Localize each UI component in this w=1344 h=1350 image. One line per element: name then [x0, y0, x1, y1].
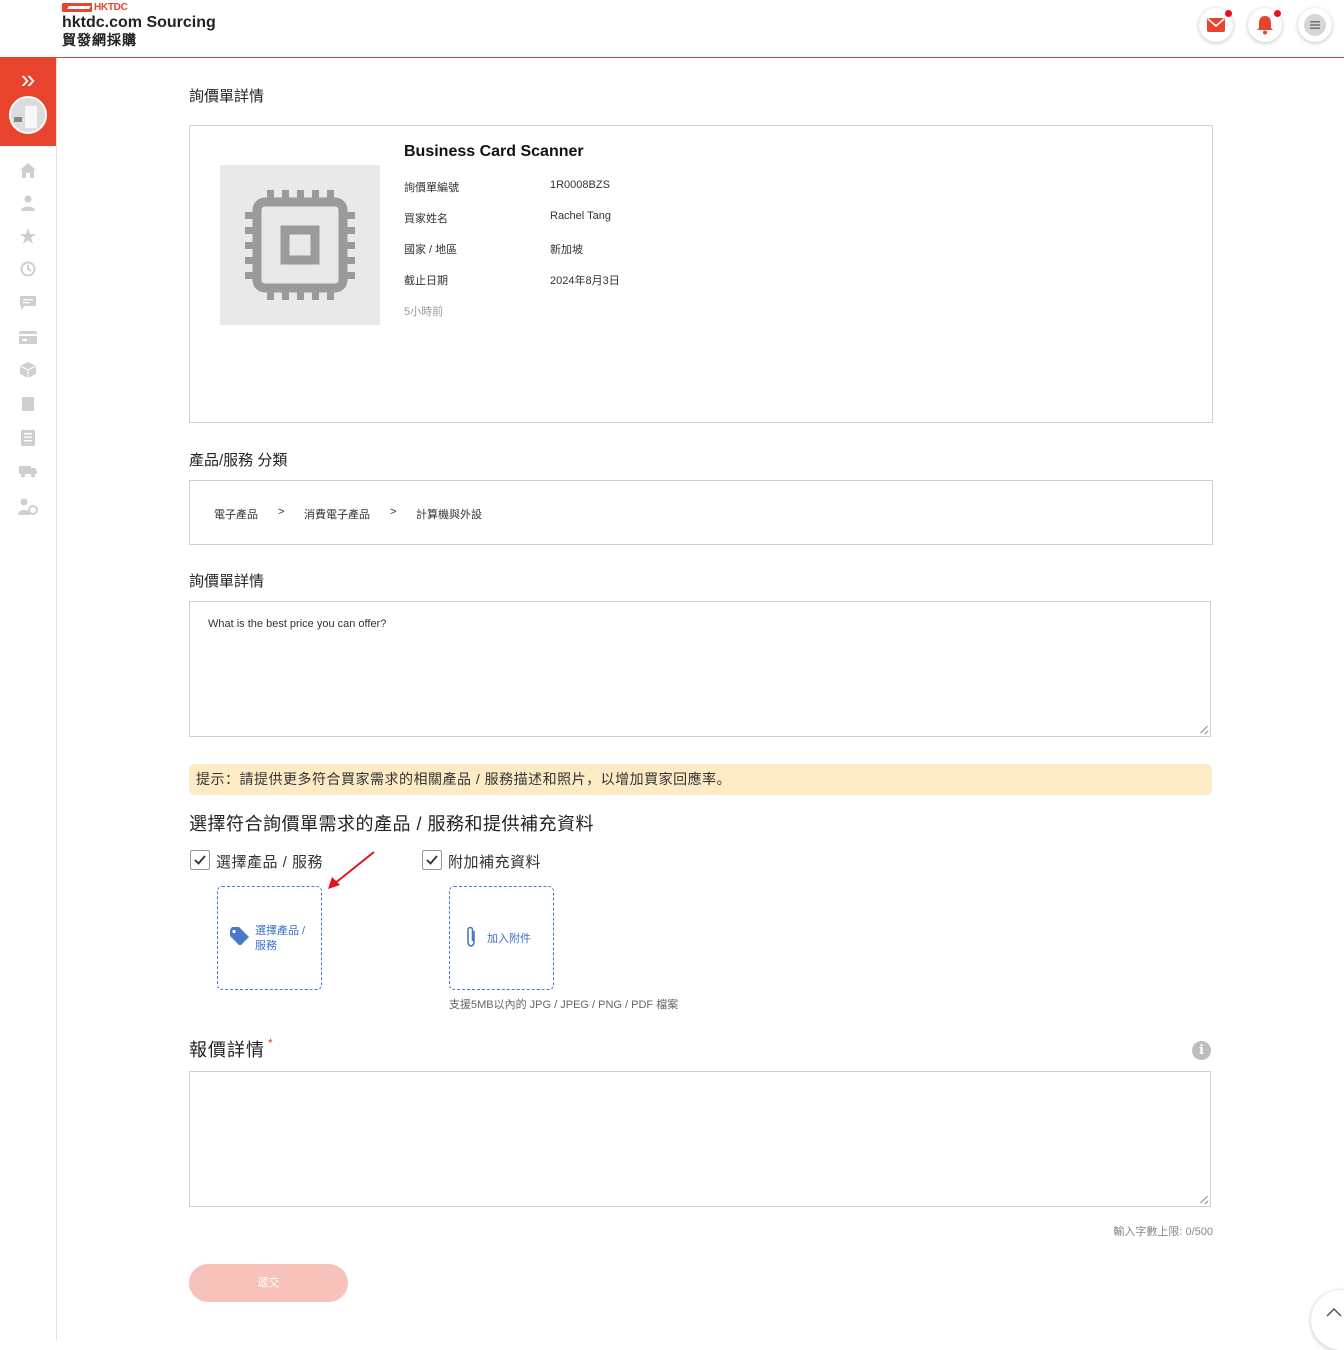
sidebar-item-favorites[interactable] [18, 226, 38, 246]
buyer-name-label: 買家姓名 [404, 213, 448, 225]
notification-button[interactable] [1248, 8, 1282, 42]
tag-icon [230, 927, 249, 945]
sidebar-item-messages[interactable] [18, 293, 38, 313]
resize-handle[interactable] [1200, 1196, 1208, 1204]
add-attachment-button[interactable]: 加入附件 [449, 886, 554, 990]
truck-icon [19, 466, 37, 478]
country-value: 新加坡 [550, 244, 583, 256]
top-header: HKTDC hktdc.com Sourcing 貿發網採購 [0, 0, 1344, 58]
logo-title-zh: 貿發網採購 [62, 32, 137, 48]
sidebar-item-history[interactable] [18, 259, 38, 279]
home-icon [20, 162, 36, 178]
category-separator: > [390, 506, 397, 518]
country-label: 國家 / 地區 [404, 244, 458, 256]
buyer-name-value: Rachel Tang [550, 210, 611, 222]
book-icon [22, 397, 34, 411]
attach-info-label[interactable]: 附加補充資料 [448, 851, 541, 872]
card-icon [19, 330, 37, 344]
hktdc-logo[interactable]: HKTDC hktdc.com Sourcing 貿發網採購 [62, 2, 216, 49]
mail-icon [1207, 18, 1225, 32]
submit-button[interactable]: 遞交 [189, 1264, 348, 1302]
category-separator: > [278, 506, 285, 518]
sidebar-item-profile[interactable] [18, 193, 38, 213]
check-icon [426, 855, 438, 865]
add-attachment-text: 加入附件 [487, 933, 531, 945]
selection-title: 選擇符合詢價單需求的產品 / 服務和提供補充資料 [189, 814, 595, 834]
user-icon [21, 195, 35, 211]
product-title: Business Card Scanner [404, 143, 584, 160]
user-settings-icon [18, 498, 38, 515]
rfq-card: Business Card Scanner 詢價單編號 1R0008BZS 買家… [189, 125, 1213, 423]
category-breadcrumb: 電子產品 > 消費電子產品 > 計算機與外設 [189, 480, 1213, 545]
history-icon [20, 261, 36, 277]
menu-icon [1304, 14, 1326, 36]
required-mark: * [268, 1036, 274, 1050]
paperclip-icon [467, 926, 475, 947]
attach-info-checkbox[interactable] [422, 850, 442, 870]
select-product-label[interactable]: 選擇產品 / 服務 [216, 851, 323, 872]
pointer-arrow-icon [328, 851, 375, 889]
rfq-detail-title: 詢價單詳情 [189, 573, 265, 590]
hktdc-logo-mark [62, 3, 92, 12]
posted-time: 5小時前 [404, 306, 444, 318]
sidebar-item-orders[interactable] [18, 461, 38, 481]
check-icon [194, 855, 206, 865]
deadline-label: 截止日期 [404, 275, 448, 287]
category-crumb-2: 消費電子產品 [304, 509, 370, 521]
bell-notification-dot [1274, 10, 1281, 17]
category-crumb-3: 計算機與外設 [416, 509, 482, 521]
bell-icon [1257, 16, 1273, 35]
file-support-hint: 支援5MB以內的 JPG / JPEG / PNG / PDF 檔案 [449, 999, 679, 1011]
chevron-up-icon [1326, 1307, 1342, 1317]
rfq-message-text: What is the best price you can offer? [208, 618, 387, 630]
sidebar: » [0, 58, 57, 1340]
chip-icon [245, 190, 355, 300]
deadline-value: 2024年8月3日 [550, 275, 620, 287]
scroll-to-top-button[interactable] [1311, 1290, 1344, 1350]
sidebar-item-rfq[interactable] [18, 428, 38, 448]
sidebar-item-home[interactable] [18, 160, 38, 180]
star-icon [20, 228, 36, 244]
sidebar-item-account-settings[interactable] [18, 496, 38, 516]
character-counter: 輸入字數上限: 0/500 [1113, 1226, 1213, 1238]
resize-handle[interactable] [1200, 726, 1208, 734]
quote-title: 報價詳情 * [189, 1036, 274, 1062]
category-title: 產品/服務 分類 [189, 452, 288, 469]
rfq-number-value: 1R0008BZS [550, 179, 610, 191]
avatar[interactable] [9, 96, 47, 134]
category-crumb-1: 電子產品 [214, 509, 258, 521]
chat-icon [20, 295, 36, 310]
box-icon [20, 362, 36, 378]
mail-notification-dot [1225, 10, 1232, 17]
quote-title-text: 報價詳情 [189, 1040, 265, 1060]
select-product-checkbox[interactable] [190, 850, 210, 870]
rfq-number-label: 詢價單編號 [404, 182, 459, 194]
rfq-message-box: What is the best price you can offer? [189, 601, 1211, 737]
logo-small-text: HKTDC [94, 2, 128, 13]
mail-button[interactable] [1199, 8, 1233, 42]
logo-title-en: hktdc.com Sourcing [62, 14, 216, 31]
select-product-text-2: 服務 [255, 940, 277, 952]
list-icon [21, 430, 35, 446]
product-thumbnail [220, 165, 380, 325]
quote-details-textarea[interactable] [189, 1071, 1211, 1207]
select-product-text-1: 選擇產品 / [255, 925, 306, 937]
sidebar-item-catalog[interactable] [18, 394, 38, 414]
sidebar-profile-block: » [0, 58, 56, 146]
sidebar-item-products[interactable] [18, 360, 38, 380]
info-icon[interactable]: i [1192, 1041, 1211, 1060]
select-product-button[interactable]: 選擇產品 / 服務 [217, 886, 322, 990]
sidebar-item-cards[interactable] [18, 327, 38, 347]
menu-button[interactable] [1298, 8, 1332, 42]
sidebar-expand-icon[interactable]: » [0, 66, 56, 92]
rfq-section-title: 詢價單詳情 [189, 88, 265, 105]
tip-banner: 提示：請提供更多符合買家需求的相關產品 / 服務描述和照片，以增加買家回應率。 [189, 764, 1212, 795]
